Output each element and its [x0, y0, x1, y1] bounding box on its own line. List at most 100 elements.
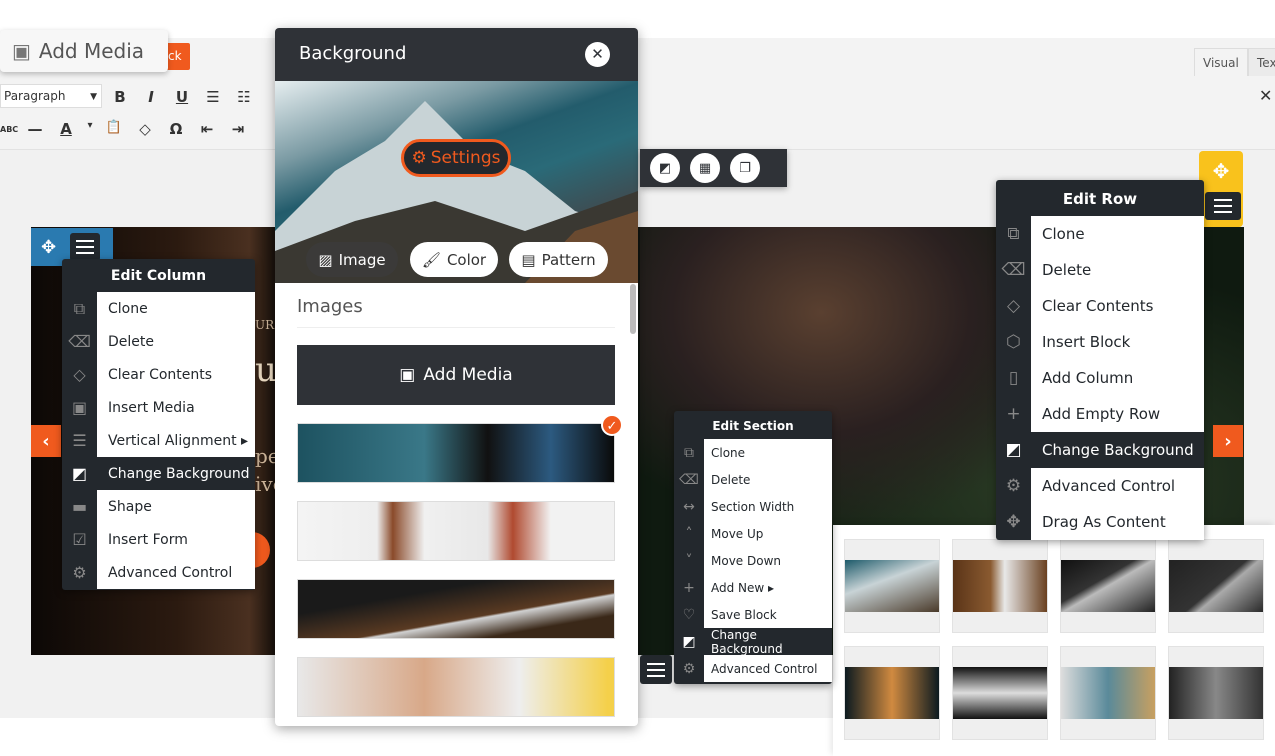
- menu-item-advanced-control[interactable]: ⚙ Advanced Control: [996, 468, 1204, 504]
- add-media-button[interactable]: ▣ Add Media: [0, 30, 168, 72]
- image-thumbnail[interactable]: [1060, 646, 1156, 740]
- move-icon[interactable]: ✥: [41, 237, 56, 258]
- menu-item-clone[interactable]: ⧉ Clone: [996, 216, 1204, 252]
- image-thumbnail[interactable]: [297, 657, 615, 717]
- clear-formatting-button[interactable]: ◇: [133, 120, 157, 138]
- menu-item-label: Advanced Control: [97, 556, 255, 589]
- menu-item-delete[interactable]: ⌫ Delete: [62, 325, 255, 358]
- tab-pattern[interactable]: ▤ Pattern: [509, 242, 608, 277]
- image-thumbnail[interactable]: [297, 501, 615, 561]
- image-thumbnail[interactable]: [1168, 646, 1264, 740]
- menu-item-delete[interactable]: ⌫ Delete: [674, 466, 832, 493]
- image-thumbnail[interactable]: [1168, 539, 1264, 633]
- chevron-up-icon: ˄: [685, 525, 693, 542]
- plus-icon: +: [1006, 404, 1021, 424]
- menu-item-change-background[interactable]: ◩ Change Background: [674, 628, 832, 656]
- image-thumbnail[interactable]: [844, 539, 940, 633]
- image-grid-panel: [833, 525, 1275, 756]
- images-heading: Images: [297, 296, 615, 328]
- bullet-list-button[interactable]: ☰: [201, 88, 225, 106]
- menu-item-add-empty-row[interactable]: + Add Empty Row: [996, 396, 1204, 432]
- image-thumbnail[interactable]: [952, 646, 1048, 740]
- paste-text-button[interactable]: 📋: [102, 120, 126, 138]
- text-color-button[interactable]: A: [54, 120, 78, 138]
- tab-color[interactable]: 🖌 Color: [410, 242, 498, 277]
- horizontal-line-button[interactable]: —: [23, 120, 47, 138]
- background-preview: ⚙ Settings ▨ Image 🖌 Color ▤ Pattern: [275, 81, 638, 283]
- format-select[interactable]: Paragraph ▼: [0, 84, 102, 108]
- text-color-dropdown[interactable]: ▾: [85, 120, 95, 138]
- bold-button[interactable]: B: [108, 88, 132, 106]
- tab-text[interactable]: Text: [1248, 48, 1275, 76]
- menu-icon[interactable]: [1205, 192, 1241, 220]
- orange-button[interactable]: ck: [165, 43, 190, 70]
- delete-icon: ⌫: [1001, 260, 1026, 280]
- menu-item-clone[interactable]: ⧉ Clone: [62, 292, 255, 325]
- numbered-list-button[interactable]: ☷: [232, 88, 256, 106]
- thumbnail-image: [1061, 667, 1155, 719]
- menu-item-insert-form[interactable]: ☑ Insert Form: [62, 523, 255, 556]
- menu-item-insert-block[interactable]: ⬡ Insert Block: [996, 324, 1204, 360]
- scrollbar[interactable]: [630, 284, 636, 334]
- add-media-button[interactable]: ▣ Add Media: [297, 345, 615, 405]
- menu-item-vertical-alignment[interactable]: ☰ Vertical Alignment ▸: [62, 424, 255, 457]
- layout-icon[interactable]: ▦: [690, 153, 720, 183]
- image-thumbnail[interactable]: [297, 423, 615, 483]
- menu-icon[interactable]: [70, 233, 101, 261]
- settings-button[interactable]: ⚙ Settings: [401, 139, 511, 177]
- italic-button[interactable]: I: [139, 88, 163, 106]
- menu-item-advanced-control[interactable]: ⚙ Advanced Control: [62, 556, 255, 589]
- menu-item-add-new[interactable]: + Add New ▸: [674, 574, 832, 601]
- toolbar-row-1: B I U ☰ ☷: [108, 88, 256, 106]
- slider-prev-arrow[interactable]: ‹: [31, 425, 61, 457]
- indent-button[interactable]: ⇥: [226, 120, 250, 138]
- tab-visual[interactable]: Visual: [1194, 48, 1248, 76]
- menu-item-clear-contents[interactable]: ◇ Clear Contents: [996, 288, 1204, 324]
- menu-item-label: Save Block: [704, 601, 832, 628]
- tab-image[interactable]: ▨ Image: [306, 242, 398, 277]
- underline-button[interactable]: U: [170, 88, 194, 106]
- menu-item-advanced-control[interactable]: ⚙ Advanced Control: [674, 655, 832, 682]
- image-thumbnail[interactable]: [297, 579, 615, 639]
- special-character-button[interactable]: Ω: [164, 120, 188, 138]
- menu-item-drag-as-content[interactable]: ✥ Drag As Content: [996, 504, 1204, 540]
- menu-item-add-column[interactable]: ▯ Add Column: [996, 360, 1204, 396]
- image-icon: ▨: [318, 250, 333, 269]
- image-thumbnail[interactable]: [844, 646, 940, 740]
- move-icon[interactable]: ✥: [1213, 159, 1230, 183]
- menu-item-change-background[interactable]: ◩ Change Background: [996, 432, 1204, 468]
- column-icon: ▯: [1008, 368, 1019, 388]
- background-icon[interactable]: ◩: [650, 153, 680, 183]
- menu-item-clone[interactable]: ⧉ Clone: [674, 439, 832, 466]
- background-panel: Background ✕ ⚙ Settings ▨ Image 🖌 Color ▤ Pat…: [275, 28, 638, 726]
- gear-icon: ⚙: [72, 563, 87, 582]
- strikethrough-button[interactable]: ABC: [0, 120, 18, 138]
- menu-item-section-width[interactable]: ↔ Section Width: [674, 493, 832, 520]
- menu-item-change-background[interactable]: ◩ Change Background: [62, 457, 255, 490]
- section-menu-icon[interactable]: [640, 655, 672, 684]
- image-thumbnail[interactable]: [952, 539, 1048, 633]
- outdent-button[interactable]: ⇤: [195, 120, 219, 138]
- image-thumbnail[interactable]: [1060, 539, 1156, 633]
- clone-icon: ⧉: [73, 298, 86, 318]
- align-icon: ☰: [72, 431, 87, 450]
- fullscreen-icon[interactable]: ✕: [1259, 86, 1272, 105]
- menu-title: Edit Column: [110, 268, 207, 284]
- form-icon: ☑: [72, 530, 87, 549]
- gear-icon: ⚙: [411, 148, 427, 168]
- format-select-value: Paragraph: [4, 89, 66, 103]
- menu-item-label: Advanced Control: [1031, 468, 1204, 504]
- delete-icon: ⌫: [679, 471, 699, 488]
- menu-item-move-up[interactable]: ˄ Move Up: [674, 520, 832, 547]
- menu-item-save-block[interactable]: ♡ Save Block: [674, 601, 832, 628]
- media-icon: ▣: [399, 365, 416, 385]
- menu-item-delete[interactable]: ⌫ Delete: [996, 252, 1204, 288]
- menu-item-insert-media[interactable]: ▣ Insert Media: [62, 391, 255, 424]
- menu-item-clear-contents[interactable]: ◇ Clear Contents: [62, 358, 255, 391]
- close-button[interactable]: ✕: [585, 42, 610, 67]
- media-icon[interactable]: ❐: [730, 153, 760, 183]
- slider-next-arrow[interactable]: ›: [1213, 425, 1243, 457]
- menu-item-move-down[interactable]: ˅ Move Down: [674, 547, 832, 574]
- edit-column-menu: Edit Column ⧉ Clone ⌫ Delete ◇ Clear Contents…: [62, 259, 255, 590]
- menu-item-shape[interactable]: ▬ Shape: [62, 490, 255, 523]
